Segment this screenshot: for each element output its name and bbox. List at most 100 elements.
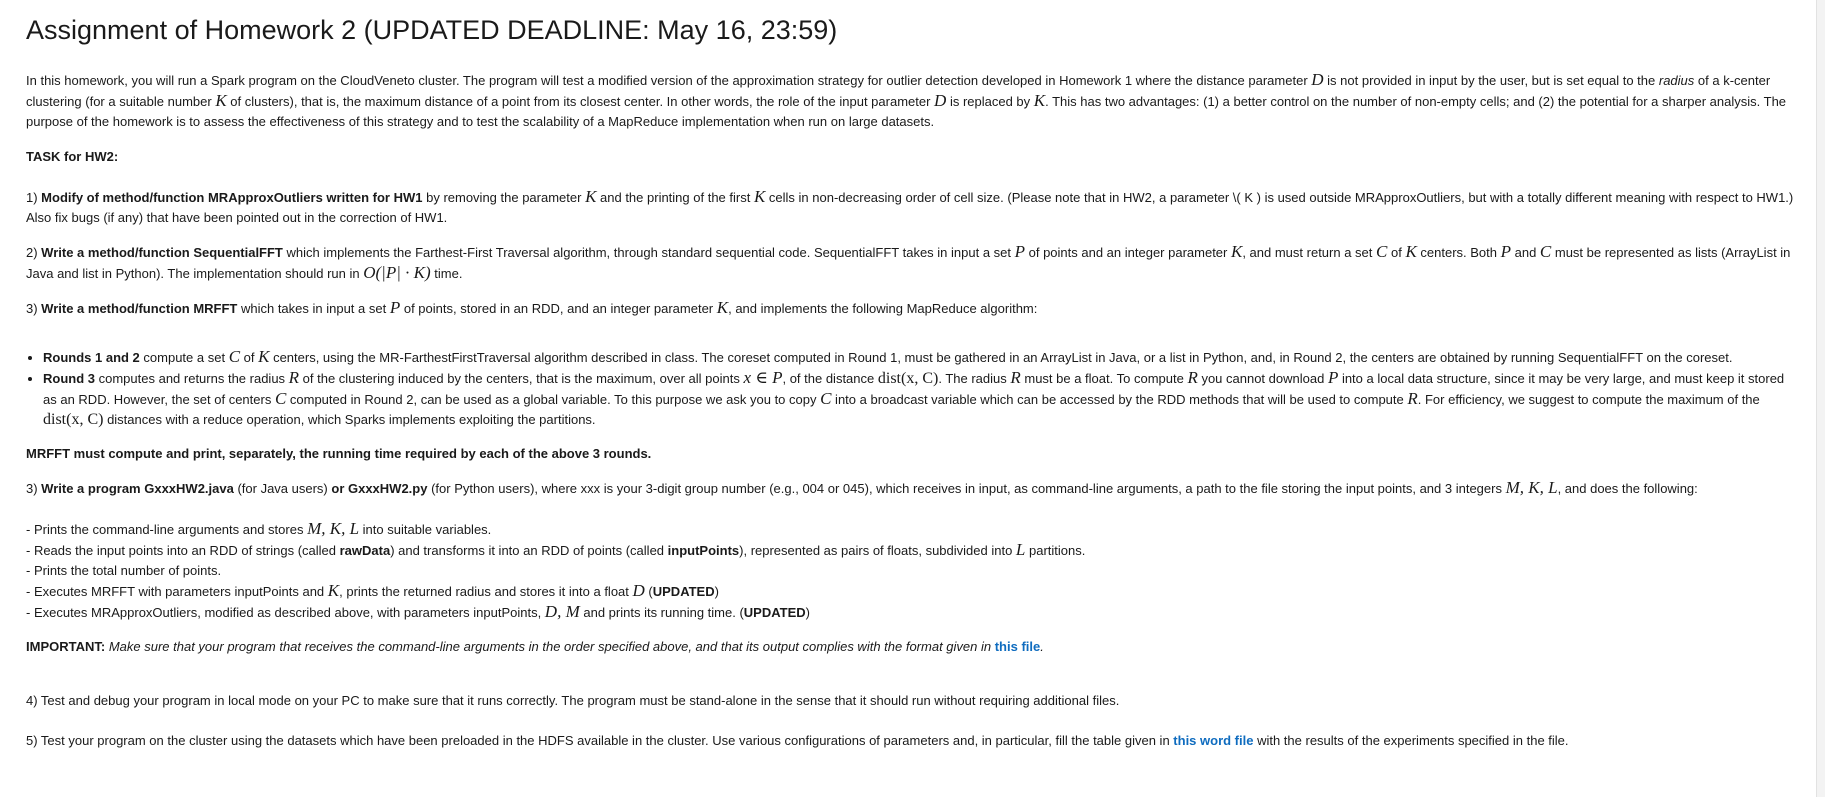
math-P: P: [1500, 242, 1511, 261]
step-text: partitions.: [1025, 543, 1086, 558]
item-heading: or GxxxHW2.py: [331, 481, 428, 496]
math-C: C: [274, 389, 287, 408]
math-D: D: [934, 91, 947, 110]
step-text: - Executes MRApproxOutliers, modified as…: [26, 605, 545, 620]
round-text: must be a float. To compute: [1020, 371, 1188, 386]
page-scrollbar[interactable]: [1816, 0, 1825, 797]
step-text: - Prints the command-line arguments and …: [26, 522, 308, 537]
task-item-2: 2) Write a method/function SequentialFFT…: [26, 242, 1796, 284]
step-4: - Executes MRFFT with parameters inputPo…: [26, 581, 1796, 602]
item-text: , and implements the following MapReduce…: [728, 301, 1038, 316]
round-text: computed in Round 2, can be used as a gl…: [286, 392, 821, 407]
task-heading: TASK for HW2:: [26, 149, 119, 164]
task-item-test-local: 4) Test and debug your program in local …: [26, 693, 1120, 708]
math-complexity: O(|P| · K): [363, 263, 431, 282]
math-K: K: [258, 347, 270, 366]
updated-tag: UPDATED: [652, 584, 715, 599]
math-D: D: [1311, 70, 1324, 89]
item-text: of: [1387, 245, 1406, 260]
step-text: (: [644, 584, 653, 599]
round-text: of the clustering induced by the centers…: [299, 371, 744, 386]
item-text: , and must return a set: [1242, 245, 1377, 260]
program-steps: - Prints the command-line arguments and …: [26, 519, 1796, 623]
item-heading: Modify of method/function MRApproxOutlie…: [41, 190, 423, 205]
math-R: R: [1407, 389, 1418, 408]
math-dist: dist(x, C): [877, 370, 939, 387]
this-file-link[interactable]: this file: [995, 639, 1041, 654]
math-x-in-P: x ∈ P: [743, 368, 783, 387]
important-note: IMPORTANT: Make sure that your program t…: [26, 637, 1796, 657]
math-P: P: [1327, 368, 1339, 387]
math-K: K: [753, 187, 766, 206]
item-text: of points and an integer parameter: [1025, 245, 1231, 260]
item-heading: Write a method/function SequentialFFT: [41, 245, 283, 260]
item-text: which implements the Farthest-First Trav…: [282, 245, 1015, 260]
math-P: P: [1014, 242, 1026, 261]
important-text: Make sure that your program that receive…: [105, 639, 995, 654]
item-text: and: [1511, 245, 1540, 260]
round-text: , of the distance: [782, 371, 878, 386]
math-MKL: M, K, L: [307, 519, 360, 538]
intro-text: In this homework, you will run a Spark p…: [26, 73, 1312, 88]
round-text: into a broadcast variable which can be a…: [831, 392, 1408, 407]
math-D: D: [632, 581, 645, 600]
step-1: - Prints the command-line arguments and …: [26, 519, 1796, 540]
step-text: , prints the returned radius and stores …: [339, 584, 633, 599]
item-number: 1): [26, 190, 42, 205]
item-text: (for Java users): [233, 481, 332, 496]
math-K: K: [716, 298, 729, 317]
task-item-test-cluster: 5) Test your program on the cluster usin…: [26, 731, 1796, 751]
task-item-3: 3) Write a method/function MRFFT which t…: [26, 298, 1796, 319]
round-heading: Round 3: [43, 371, 95, 386]
step-text: - Reads the input points into an RDD of …: [26, 543, 340, 558]
item-text: 5) Test your program on the cluster usin…: [26, 733, 1174, 748]
item-text: which takes in input a set: [237, 301, 390, 316]
math-K: K: [1033, 91, 1046, 110]
step-5: - Executes MRApproxOutliers, modified as…: [26, 602, 1796, 623]
item-number: 3): [26, 301, 42, 316]
item-heading: Write a method/function MRFFT: [41, 301, 238, 316]
item-heading: Write a program GxxxHW2.java: [41, 481, 234, 496]
math-R: R: [1010, 368, 1021, 387]
math-K: K: [215, 91, 227, 110]
round-heading: Rounds 1 and 2: [43, 350, 140, 365]
math-K: K: [327, 581, 340, 600]
intro-text: is not provided in input by the user, bu…: [1323, 73, 1659, 88]
item-text: by removing the parameter: [422, 190, 586, 205]
list-item-rounds-1-2: Rounds 1 and 2 compute a set C of K cent…: [43, 347, 1796, 368]
math-P: P: [389, 298, 401, 317]
math-R: R: [288, 368, 300, 387]
item-text: with the results of the experiments spec…: [1253, 733, 1569, 748]
intro-text: is replaced by: [946, 94, 1034, 109]
step-text: ) and transforms it into an RDD of point…: [390, 543, 668, 558]
math-L: L: [1015, 540, 1026, 559]
math-DM: D, M: [544, 602, 580, 621]
item-text: , and does the following:: [1557, 481, 1698, 496]
item-text: of points, stored in an RDD, and an inte…: [400, 301, 717, 316]
math-C: C: [820, 389, 832, 408]
round-text: you cannot download: [1197, 371, 1328, 386]
word-file-link[interactable]: this word file: [1173, 733, 1253, 748]
page-content: Assignment of Homework 2 (UPDATED DEADLI…: [26, 0, 1796, 751]
step-text: - Executes MRFFT with parameters inputPo…: [26, 584, 328, 599]
task-item-program: 3) Write a program GxxxHW2.java (for Jav…: [26, 478, 1796, 499]
step-text: ), represented as pairs of floats, subdi…: [739, 543, 1016, 558]
task-item-1: 1) Modify of method/function MRApproxOut…: [26, 187, 1796, 228]
rawdata-term: rawData: [339, 543, 391, 558]
math-R: R: [1187, 368, 1198, 387]
step-text: ): [714, 584, 719, 599]
math-C: C: [228, 347, 241, 366]
math-dist: dist(x, C): [43, 411, 104, 428]
mrfft-note: MRFFT must compute and print, separately…: [26, 446, 652, 461]
step-3: - Prints the total number of points.: [26, 563, 222, 578]
math-C: C: [1376, 242, 1388, 261]
item-text: (for Python users), where xxx is your 3-…: [427, 481, 1506, 496]
math-K: K: [1230, 242, 1243, 261]
round-text: compute a set: [139, 350, 229, 365]
math-K: K: [585, 187, 597, 206]
important-text: .: [1040, 639, 1044, 654]
round-text: computes and returns the radius: [95, 371, 289, 386]
important-label: IMPORTANT:: [26, 639, 106, 654]
round-text: . The radius: [938, 371, 1011, 386]
round-text: distances with a reduce operation, which…: [103, 412, 596, 427]
